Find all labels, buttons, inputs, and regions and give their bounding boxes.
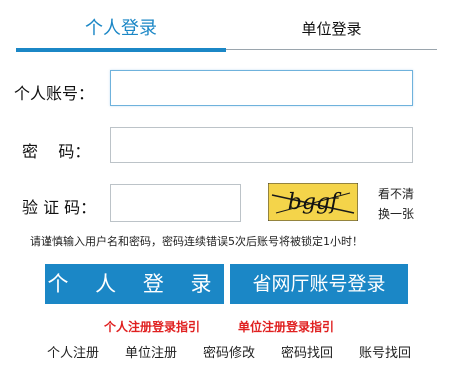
personal-login-button[interactable]: 个 人 登 录 <box>45 264 224 304</box>
captcha-refresh-link[interactable]: 看不清 换一张 <box>374 184 418 224</box>
change-password-link[interactable]: 密码修改 <box>203 342 255 361</box>
password-label: 密 码： <box>22 142 91 161</box>
captcha-label: 验 证 码： <box>22 198 97 217</box>
lock-warning-text: 请谨慎输入用户名和密码，密码连续错误5次后账号将被锁定1小时！ <box>30 235 363 248</box>
personal-register-link[interactable]: 个人注册 <box>47 342 99 361</box>
unit-register-guide-link[interactable]: 单位注册登录指引 <box>238 318 334 335</box>
password-input[interactable] <box>110 127 413 163</box>
tab-unit-login[interactable]: 单位登录 <box>226 0 437 52</box>
refresh-line-2: 换一张 <box>377 207 414 221</box>
captcha-input[interactable] <box>110 184 241 222</box>
unit-register-link[interactable]: 单位注册 <box>125 342 177 361</box>
personal-register-guide-link[interactable]: 个人注册登录指引 <box>104 318 200 335</box>
tab-personal-login[interactable]: 个人登录 <box>16 0 226 52</box>
retrieve-password-link[interactable]: 密码找回 <box>281 342 333 361</box>
refresh-line-1: 看不清 <box>377 187 414 201</box>
account-label: 个人账号： <box>14 84 95 103</box>
province-account-login-button[interactable]: 省网厅账号登录 <box>230 264 408 304</box>
tab-active-indicator <box>16 48 226 52</box>
captcha-text: bggf <box>288 190 342 215</box>
captcha-image[interactable]: bggf <box>268 183 358 221</box>
retrieve-account-link[interactable]: 账号找回 <box>359 342 411 361</box>
account-input[interactable] <box>110 70 413 106</box>
